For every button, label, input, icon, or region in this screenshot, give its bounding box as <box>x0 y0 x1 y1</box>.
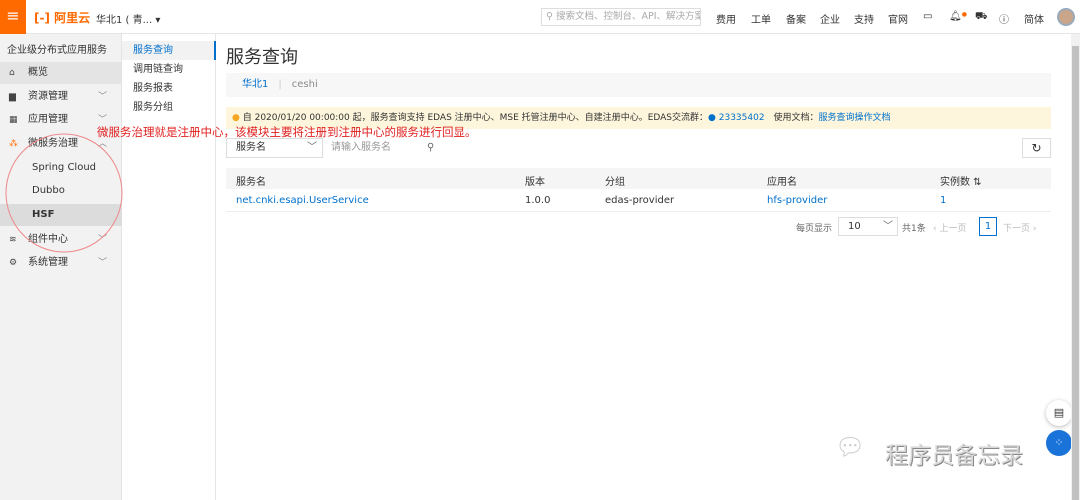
table-header <box>226 168 1051 189</box>
breadcrumb-namespace: ceshi <box>291 79 318 90</box>
column-header: 分组 <box>605 177 625 188</box>
per-page-label: 每页显示 <box>796 224 833 234</box>
watermark: 程序员备忘录 <box>885 443 1023 469</box>
search-icon: ⚲ <box>546 11 556 22</box>
home-icon: ⌂ <box>9 68 15 78</box>
version-cell: 1.0.0 <box>525 195 551 206</box>
scrollbar-thumb[interactable] <box>1072 46 1079 500</box>
sort-icon[interactable]: ⇅ <box>970 177 981 188</box>
breadcrumb: 华北1 | ceshi <box>226 73 1051 97</box>
search-input[interactable]: ⚲ 搜索文档、控制台、API、解决方案 <box>541 8 701 26</box>
nav-enterprise[interactable]: 企业 <box>820 11 840 26</box>
terminal-icon[interactable]: ▭ <box>923 11 932 22</box>
annotation-circle <box>5 133 123 253</box>
sidebar-item-system[interactable]: ⚙ 系统管理 ﹀ <box>0 252 122 274</box>
nav-official[interactable]: 官网 <box>888 11 908 26</box>
language-switch[interactable]: 简体 <box>1024 11 1044 26</box>
group-number: 23335402 <box>718 113 765 123</box>
sidebar-item-overview[interactable]: ⌂ 概览 <box>0 62 122 84</box>
submenu: 服务查询 调用链查询 服务报表 服务分组 <box>122 34 216 500</box>
page-title: 服务查询 <box>226 47 298 68</box>
group-cell: edas-provider <box>605 195 675 206</box>
warning-icon: ● <box>232 113 240 123</box>
folder-icon: ▆ <box>9 92 16 102</box>
per-page-select[interactable]: 10 ﹀ <box>838 217 898 236</box>
column-header[interactable]: 实例数 ⇅ <box>940 173 982 188</box>
chevron-down-icon: ﹀ <box>883 221 893 232</box>
nav-icp[interactable]: 备案 <box>786 11 806 26</box>
logo[interactable]: [-] 阿里云 <box>34 9 90 26</box>
bell-icon[interactable]: 🔔︎● <box>949 11 967 22</box>
column-header: 应用名 <box>767 177 797 188</box>
submenu-trace-query[interactable]: 调用链查询 <box>122 60 216 79</box>
search-icon[interactable]: ⚲ <box>427 138 434 158</box>
filter-select[interactable]: 服务名 ﹀ <box>226 138 323 158</box>
sidebar-title: 企业级分布式应用服务 <box>7 45 107 56</box>
submenu-service-query[interactable]: 服务查询 <box>122 41 216 60</box>
breadcrumb-region[interactable]: 华北1 <box>242 79 268 90</box>
submenu-service-report[interactable]: 服务报表 <box>122 79 216 98</box>
chevron-down-icon: ﹀ <box>307 142 317 153</box>
cart-icon[interactable]: ⛟ <box>975 11 988 24</box>
page-button-1[interactable]: 1 <box>979 217 997 236</box>
doc-link[interactable]: 服务查询操作文档 <box>818 113 890 123</box>
column-header: 服务名 <box>236 177 266 188</box>
qq-icon: ● <box>708 113 719 123</box>
gear-icon: ⚙ <box>9 258 18 268</box>
app-name-link[interactable]: hfs-provider <box>767 195 827 206</box>
nav-tickets[interactable]: 工单 <box>751 11 771 26</box>
chat-icon: ▤ <box>1053 406 1065 419</box>
chevron-down-icon: ﹀ <box>98 92 108 102</box>
sidebar-item-resources[interactable]: ▆ 资源管理 ﹀ <box>0 86 122 108</box>
avatar[interactable] <box>1057 8 1075 26</box>
nav-fees[interactable]: 费用 <box>716 11 736 26</box>
help-icon[interactable]: ⓘ <box>999 11 1009 26</box>
feedback-button[interactable]: ▤ <box>1046 400 1072 426</box>
region-selector[interactable]: 华北1 ( 青... ▾ <box>96 11 160 26</box>
submenu-service-group[interactable]: 服务分组 <box>122 98 216 117</box>
top-bar: ≡ [-] 阿里云 华北1 ( 青... ▾ ⚲ 搜索文档、控制台、API、解决… <box>0 0 1080 34</box>
service-name-input[interactable]: 请输入服务名 ⚲ <box>331 138 441 158</box>
grid-icon: ▦ <box>9 115 18 125</box>
nav-support[interactable]: 支持 <box>854 11 874 26</box>
next-page-button[interactable]: 下一页 › <box>1003 221 1036 234</box>
column-header: 版本 <box>525 177 545 188</box>
menu-icon[interactable]: ≡ <box>0 0 26 34</box>
refresh-button[interactable]: ↻ <box>1022 138 1051 158</box>
prev-page-button[interactable]: ‹ 上一页 <box>933 221 966 234</box>
instance-count-link[interactable]: 1 <box>940 195 946 206</box>
apps-icon: ⁘ <box>1054 436 1064 449</box>
sidebar: 企业级分布式应用服务 ⌂ 概览 ▆ 资源管理 ﹀ ▦ 应用管理 ﹀ ⁂ 微服务治理 ︿ Spr… <box>0 34 122 500</box>
chevron-down-icon: ﹀ <box>98 258 108 268</box>
wechat-icon: 💬︎ <box>835 433 866 461</box>
total-count: 共1条 <box>902 224 926 234</box>
service-name-link[interactable]: net.cnki.esapi.UserService <box>236 195 369 206</box>
refresh-icon: ↻ <box>1031 141 1042 155</box>
apps-button[interactable]: ⁘ <box>1046 430 1072 456</box>
